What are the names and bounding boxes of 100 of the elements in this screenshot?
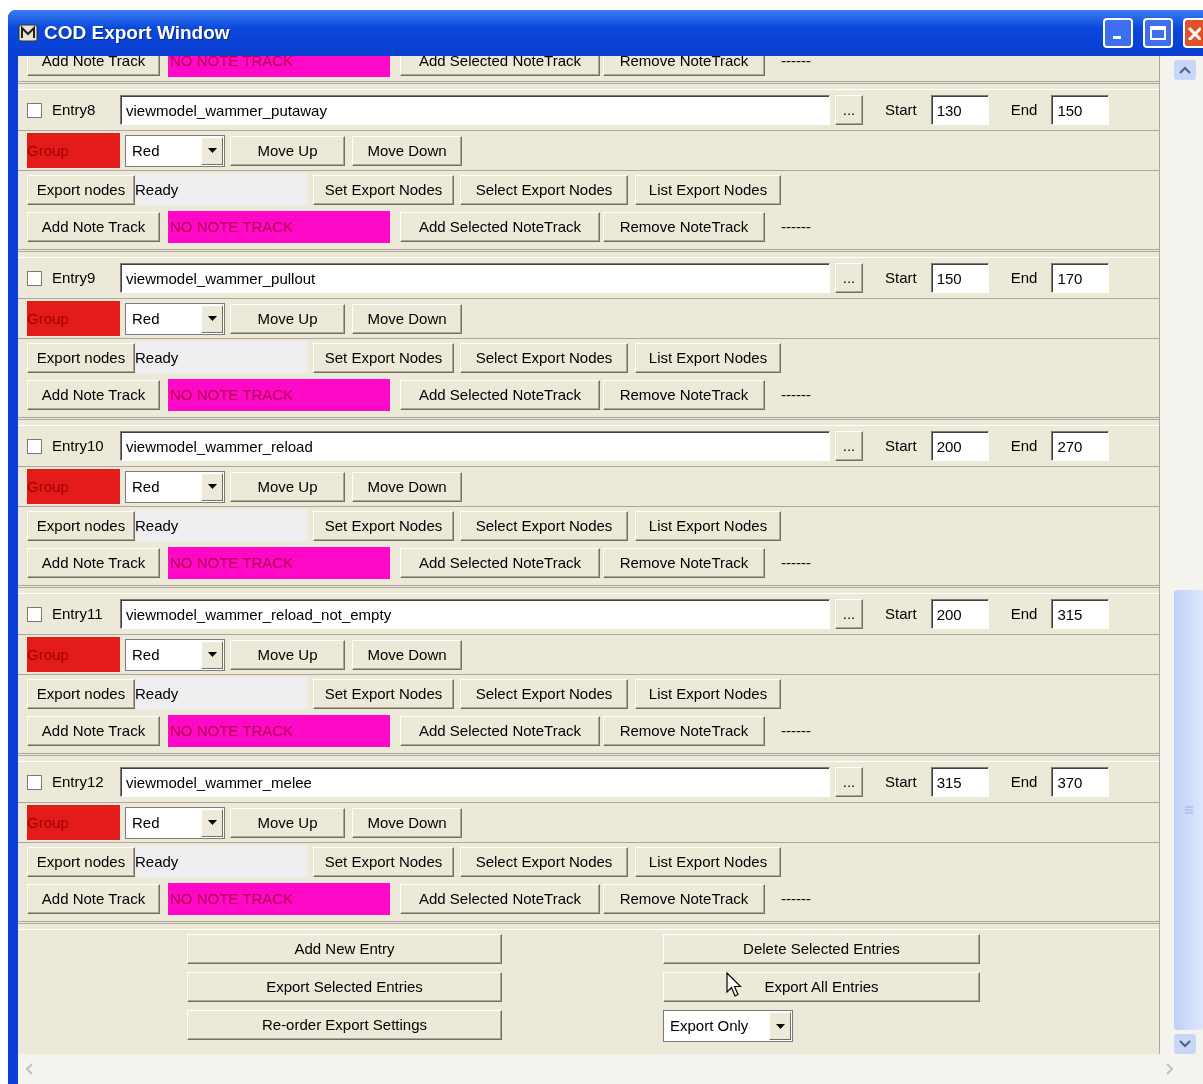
group-select[interactable]: Red bbox=[125, 638, 225, 671]
start-field[interactable]: 200 bbox=[930, 599, 989, 629]
add-selected-notetrack-button[interactable]: Add Selected NoteTrack bbox=[400, 380, 600, 410]
select-export-nodes-button[interactable]: Select Export Nodes bbox=[460, 678, 628, 709]
entry-label: Entry11 bbox=[52, 605, 104, 623]
move-down-button[interactable]: Move Down bbox=[352, 471, 462, 502]
move-up-button[interactable]: Move Up bbox=[230, 303, 345, 334]
add-note-track-button[interactable]: Add Note Track bbox=[27, 548, 160, 578]
add-selected-notetrack-button[interactable]: Add Selected NoteTrack bbox=[400, 884, 600, 914]
set-export-nodes-button[interactable]: Set Export Nodes bbox=[313, 678, 454, 709]
name-field[interactable]: viewmodel_wammer_melee bbox=[120, 767, 830, 797]
browse-button[interactable]: ... bbox=[835, 767, 863, 797]
select-export-nodes-button[interactable]: Select Export Nodes bbox=[460, 342, 628, 373]
group-label: Group bbox=[27, 301, 120, 336]
select-export-nodes-button[interactable]: Select Export Nodes bbox=[460, 846, 628, 877]
group-label: Group bbox=[27, 805, 120, 840]
move-down-button[interactable]: Move Down bbox=[352, 135, 462, 166]
move-up-button[interactable]: Move Up bbox=[230, 639, 345, 670]
remove-notetrack-button[interactable]: Remove NoteTrack bbox=[603, 56, 765, 76]
group-select[interactable]: Red bbox=[125, 470, 225, 503]
caret-icon bbox=[207, 820, 217, 825]
name-field[interactable]: viewmodel_wammer_pullout bbox=[120, 263, 830, 293]
end-field[interactable]: 370 bbox=[1051, 767, 1110, 797]
export-mode-select[interactable]: Export Only bbox=[663, 1010, 793, 1042]
close-button[interactable] bbox=[1183, 18, 1203, 48]
remove-notetrack-button[interactable]: Remove NoteTrack bbox=[603, 884, 765, 914]
list-export-nodes-button[interactable]: List Export Nodes bbox=[635, 342, 781, 373]
start-field[interactable]: 315 bbox=[930, 767, 989, 797]
remove-notetrack-button[interactable]: Remove NoteTrack bbox=[603, 716, 765, 746]
add-new-entry-button[interactable]: Add New Entry bbox=[187, 934, 502, 964]
move-up-button[interactable]: Move Up bbox=[230, 471, 345, 502]
list-export-nodes-button[interactable]: List Export Nodes bbox=[635, 846, 781, 877]
checkbox[interactable] bbox=[27, 606, 42, 622]
set-export-nodes-button[interactable]: Set Export Nodes bbox=[313, 174, 454, 205]
checkbox[interactable] bbox=[27, 774, 42, 790]
end-field[interactable]: 150 bbox=[1051, 95, 1110, 125]
group-select[interactable]: Red bbox=[125, 302, 225, 335]
export-nodes-button[interactable]: Export nodes bbox=[27, 678, 135, 709]
select-export-nodes-button[interactable]: Select Export Nodes bbox=[460, 510, 628, 541]
entry-label: Entry9 bbox=[52, 269, 97, 287]
group-select[interactable]: Red bbox=[125, 134, 225, 167]
browse-button[interactable]: ... bbox=[835, 95, 863, 125]
select-export-nodes-button[interactable]: Select Export Nodes bbox=[460, 174, 628, 205]
browse-button[interactable]: ... bbox=[835, 263, 863, 293]
set-export-nodes-button[interactable]: Set Export Nodes bbox=[313, 342, 454, 373]
start-label: Start bbox=[885, 437, 917, 455]
move-down-button[interactable]: Move Down bbox=[352, 807, 462, 838]
scroll-up-icon[interactable] bbox=[1179, 66, 1191, 74]
browse-button[interactable]: ... bbox=[835, 599, 863, 629]
group-select[interactable]: Red bbox=[125, 806, 225, 839]
add-note-track-button[interactable]: Add Note Track bbox=[27, 56, 160, 76]
export-all-entries-button[interactable]: Export All Entries bbox=[663, 972, 980, 1002]
add-note-track-button[interactable]: Add Note Track bbox=[27, 380, 160, 410]
export-nodes-button[interactable]: Export nodes bbox=[27, 342, 135, 373]
start-field[interactable]: 200 bbox=[930, 431, 989, 461]
reorder-export-settings-button[interactable]: Re-order Export Settings bbox=[187, 1010, 502, 1040]
browse-button[interactable]: ... bbox=[835, 431, 863, 461]
note-track-status: NO NOTE TRACK bbox=[168, 715, 390, 747]
remove-notetrack-button[interactable]: Remove NoteTrack bbox=[603, 380, 765, 410]
start-field[interactable]: 130 bbox=[930, 95, 989, 125]
checkbox[interactable] bbox=[27, 270, 42, 286]
maximize-button[interactable] bbox=[1143, 18, 1173, 48]
entry-label: Entry8 bbox=[52, 101, 97, 119]
minimize-button[interactable] bbox=[1103, 18, 1133, 48]
export-nodes-button[interactable]: Export nodes bbox=[27, 510, 135, 541]
add-selected-notetrack-button[interactable]: Add Selected NoteTrack bbox=[400, 56, 600, 76]
export-selected-entries-button[interactable]: Export Selected Entries bbox=[187, 972, 502, 1002]
name-field[interactable]: viewmodel_wammer_reload bbox=[120, 431, 830, 461]
add-selected-notetrack-button[interactable]: Add Selected NoteTrack bbox=[400, 716, 600, 746]
export-nodes-button[interactable]: Export nodes bbox=[27, 174, 135, 205]
group-label: Group bbox=[27, 469, 120, 504]
end-label: End bbox=[1010, 605, 1038, 623]
vertical-scrollbar[interactable] bbox=[1160, 56, 1203, 1054]
move-down-button[interactable]: Move Down bbox=[352, 303, 462, 334]
name-field[interactable]: viewmodel_wammer_reload_not_empty bbox=[120, 599, 830, 629]
set-export-nodes-button[interactable]: Set Export Nodes bbox=[313, 510, 454, 541]
checkbox[interactable] bbox=[27, 102, 42, 118]
remove-notetrack-button[interactable]: Remove NoteTrack bbox=[603, 548, 765, 578]
start-field[interactable]: 150 bbox=[930, 263, 989, 293]
remove-notetrack-button[interactable]: Remove NoteTrack bbox=[603, 212, 765, 242]
end-field[interactable]: 315 bbox=[1051, 599, 1110, 629]
move-up-button[interactable]: Move Up bbox=[230, 135, 345, 166]
list-export-nodes-button[interactable]: List Export Nodes bbox=[635, 174, 781, 205]
checkbox[interactable] bbox=[27, 438, 42, 454]
end-field[interactable]: 170 bbox=[1051, 263, 1110, 293]
delete-selected-entries-button[interactable]: Delete Selected Entries bbox=[663, 934, 980, 964]
scroll-down-icon[interactable] bbox=[1179, 1040, 1191, 1048]
name-field[interactable]: viewmodel_wammer_putaway bbox=[120, 95, 830, 125]
add-note-track-button[interactable]: Add Note Track bbox=[27, 716, 160, 746]
add-selected-notetrack-button[interactable]: Add Selected NoteTrack bbox=[400, 212, 600, 242]
add-note-track-button[interactable]: Add Note Track bbox=[27, 212, 160, 242]
list-export-nodes-button[interactable]: List Export Nodes bbox=[635, 678, 781, 709]
move-down-button[interactable]: Move Down bbox=[352, 639, 462, 670]
move-up-button[interactable]: Move Up bbox=[230, 807, 345, 838]
export-nodes-button[interactable]: Export nodes bbox=[27, 846, 135, 877]
end-field[interactable]: 270 bbox=[1051, 431, 1110, 461]
list-export-nodes-button[interactable]: List Export Nodes bbox=[635, 510, 781, 541]
add-selected-notetrack-button[interactable]: Add Selected NoteTrack bbox=[400, 548, 600, 578]
set-export-nodes-button[interactable]: Set Export Nodes bbox=[313, 846, 454, 877]
add-note-track-button[interactable]: Add Note Track bbox=[27, 884, 160, 914]
